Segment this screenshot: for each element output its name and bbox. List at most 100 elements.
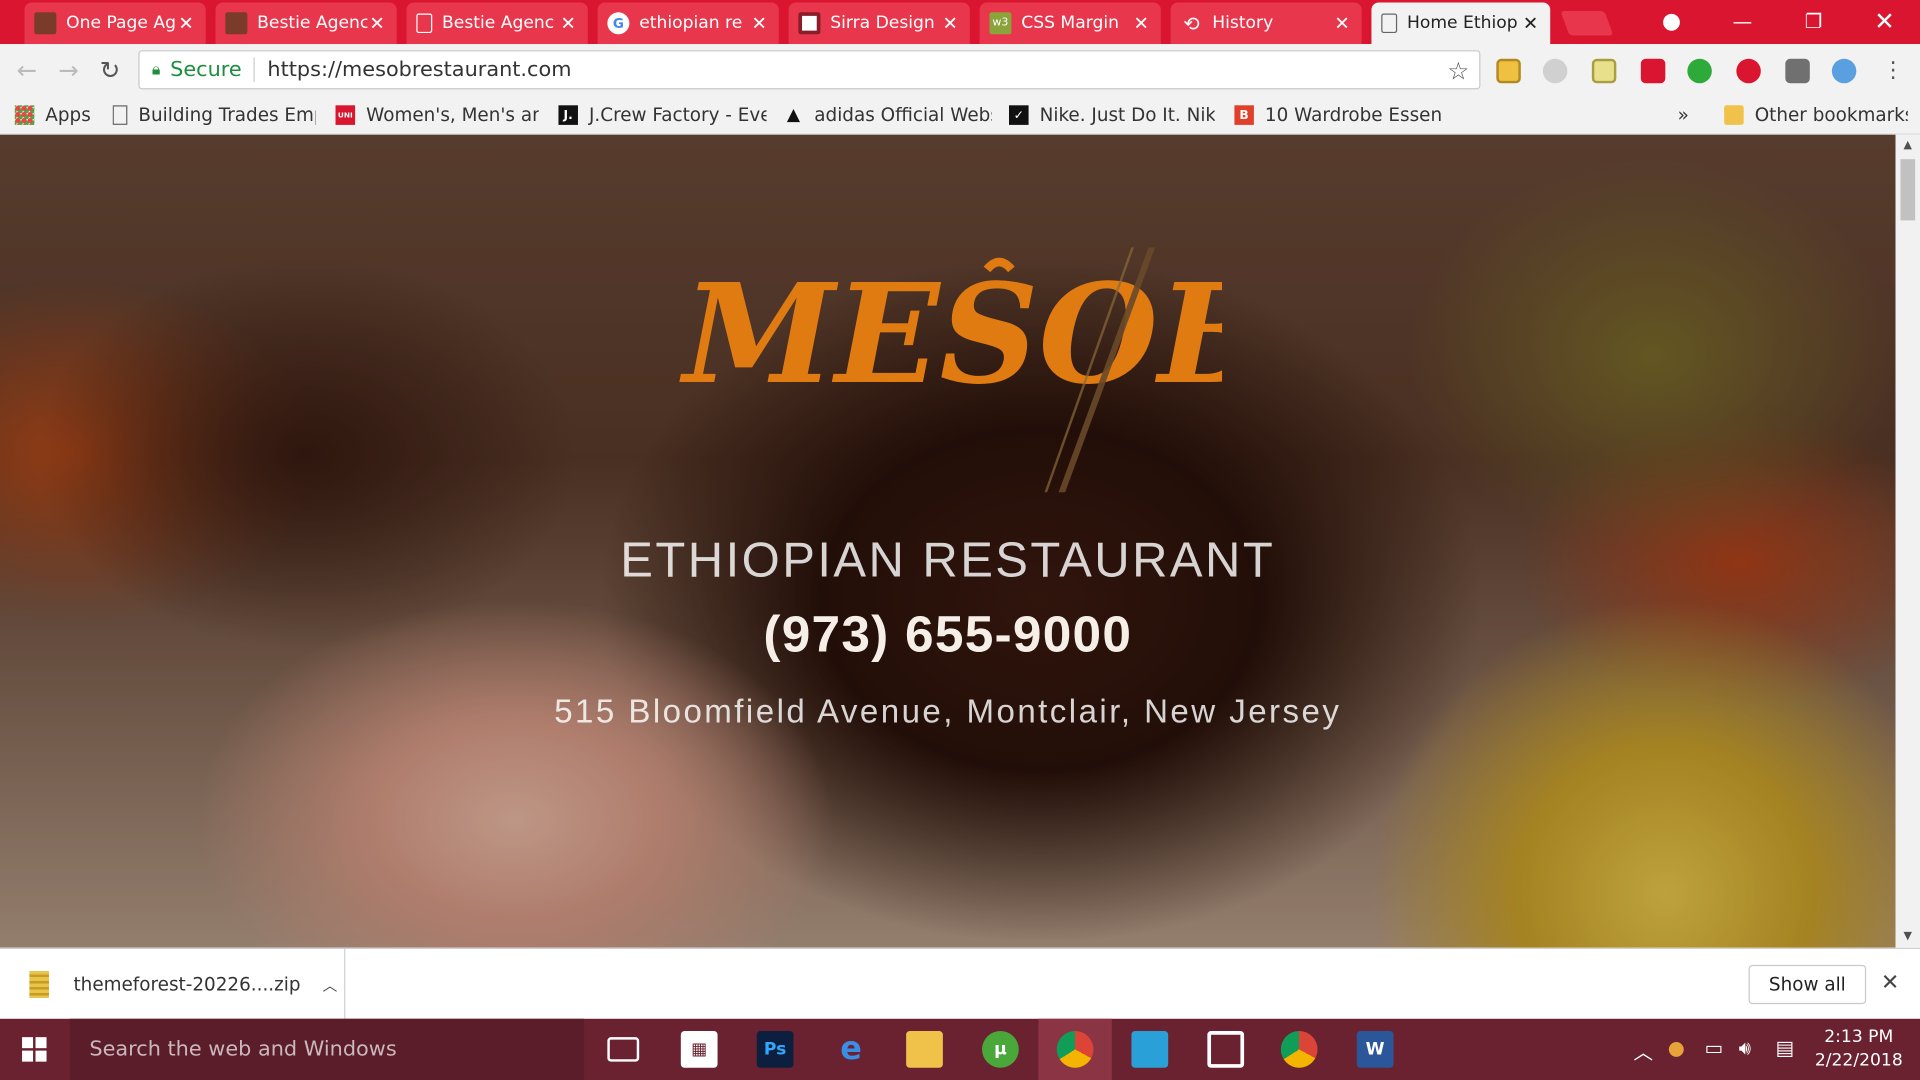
reload-button[interactable]: ↻ xyxy=(96,55,125,84)
tab-bestie-1[interactable]: Bestie Agenc ✕ xyxy=(215,2,397,45)
bookmark-building-trades[interactable]: Building Trades Empl xyxy=(112,102,316,129)
extension-sheet-icon[interactable] xyxy=(1591,58,1617,84)
download-file-name[interactable]: themeforest-20226....zip xyxy=(73,973,300,995)
tab-bestie-2[interactable]: Bestie Agenc ✕ xyxy=(406,2,588,45)
bookmarks-overflow-button[interactable]: » xyxy=(1678,102,1698,129)
chrome-icon[interactable] xyxy=(1056,1031,1094,1068)
url-text[interactable]: https://mesobrestaurant.com xyxy=(267,58,571,82)
bookmark-label: adidas Official Websit xyxy=(814,104,992,127)
tab-one-page[interactable]: One Page Ag ✕ xyxy=(24,2,206,45)
extension-notes-icon[interactable] xyxy=(1496,58,1521,84)
minimize-button[interactable]: — xyxy=(1712,0,1773,42)
windows-taskbar: Search the web and Windows ▦ Ps e µ W ︿ … xyxy=(0,1018,1920,1080)
bookmark-nike[interactable]: ✓ Nike. Just Do It. Nike xyxy=(1008,102,1215,129)
tab-title: ethiopian re xyxy=(639,13,743,34)
close-icon[interactable]: ✕ xyxy=(940,12,960,34)
brackets-icon[interactable] xyxy=(1207,1031,1245,1068)
notification-icon[interactable]: ▤ xyxy=(1776,1036,1795,1059)
tab-home-ethiopian[interactable]: Home Ethiop ✕ xyxy=(1371,2,1551,45)
menu-icon[interactable]: ⋮ xyxy=(1878,55,1907,84)
chevron-up-icon[interactable]: ︿ xyxy=(1633,1036,1653,1065)
clock-time: 2:13 PM xyxy=(1824,1027,1894,1047)
extension-opera-icon[interactable] xyxy=(1736,58,1761,84)
adidas-icon: ▲ xyxy=(786,105,801,125)
tab-sirra-design[interactable]: Sirra Design ✕ xyxy=(788,2,970,45)
page-favicon xyxy=(1381,13,1398,34)
other-bookmarks-label: Other bookmarks xyxy=(1754,104,1908,127)
forward-button[interactable]: → xyxy=(54,55,83,84)
new-tab-button[interactable] xyxy=(1560,11,1614,36)
file-explorer-icon[interactable] xyxy=(906,1031,943,1068)
utorrent-icon[interactable]: µ xyxy=(982,1031,1019,1068)
word-icon[interactable]: W xyxy=(1356,1031,1394,1068)
close-icon[interactable]: ✕ xyxy=(558,12,578,34)
close-icon[interactable]: ✕ xyxy=(1881,970,1899,996)
photoshop-icon[interactable]: Ps xyxy=(756,1031,794,1068)
extension-gray-icon[interactable] xyxy=(1542,58,1568,84)
chevron-up-icon[interactable]: ︿ xyxy=(323,974,338,995)
extension-green-icon[interactable] xyxy=(1687,58,1712,84)
clock-date: 2/22/2018 xyxy=(1814,1050,1903,1071)
close-icon[interactable]: ✕ xyxy=(1521,12,1541,34)
sirra-favicon xyxy=(798,12,821,35)
bookmark-label: Apps xyxy=(45,104,91,127)
show-all-button[interactable]: Show all xyxy=(1748,964,1867,1005)
zip-file-icon xyxy=(29,971,49,998)
store-icon[interactable]: ▦ xyxy=(680,1031,718,1068)
tab-history[interactable]: ⟲ History ✕ xyxy=(1170,2,1362,45)
uniqlo-icon: UNI xyxy=(335,105,356,125)
page-scrollbar[interactable]: ▲ ▼ xyxy=(1895,134,1920,948)
screen: One Page Ag ✕ Bestie Agenc ✕ Bestie Agen… xyxy=(0,0,1920,1080)
extension-globe-icon[interactable] xyxy=(1831,58,1857,84)
tab-title: Sirra Design xyxy=(830,13,935,34)
close-icon[interactable]: ✕ xyxy=(749,12,769,34)
download-item[interactable]: themeforest-20226....zip ︿ xyxy=(0,948,346,1021)
browser-toolbar: ← → ↻ 🔒︎ Secure https://mesobrestaurant.… xyxy=(0,44,1920,96)
scrollbar-thumb[interactable] xyxy=(1900,159,1916,221)
volume-icon[interactable]: 🔊︎ xyxy=(1739,1036,1751,1060)
tab-title: Home Ethiop xyxy=(1406,13,1518,34)
profile-icon[interactable]: ● xyxy=(1641,0,1702,42)
close-icon[interactable]: ✕ xyxy=(176,12,196,34)
photo-favicon xyxy=(34,12,57,35)
address-bar[interactable]: 🔒︎ Secure https://mesobrestaurant.com ☆ xyxy=(138,50,1481,90)
restaurant-phone[interactable]: (973) 655-9000 xyxy=(0,605,1896,664)
close-window-button[interactable]: ✕ xyxy=(1854,0,1915,42)
scroll-up-icon[interactable]: ▲ xyxy=(1896,140,1920,152)
bookmark-label: J.Crew Factory - Every xyxy=(588,104,767,127)
bookmark-jcrew[interactable]: J. J.Crew Factory - Every xyxy=(558,102,767,129)
bookmark-apps[interactable]: Apps xyxy=(14,102,101,129)
extension-youtube-icon[interactable] xyxy=(1640,58,1666,84)
google-favicon: G xyxy=(607,12,630,35)
taskbar-clock[interactable]: 2:13 PM 2/22/2018 xyxy=(1810,1026,1908,1073)
close-icon[interactable]: ✕ xyxy=(367,12,387,34)
battery-icon[interactable]: ▭ xyxy=(1705,1036,1724,1059)
b-icon: B xyxy=(1234,105,1254,125)
tray-app-icon[interactable]: ● xyxy=(1668,1036,1685,1059)
tab-ethiopian-search[interactable]: G ethiopian re ✕ xyxy=(597,2,779,45)
restore-button[interactable]: ❐ xyxy=(1783,0,1844,42)
photos-icon[interactable] xyxy=(1131,1031,1169,1068)
restaurant-subtitle: ETHIOPIAN RESTAURANT xyxy=(620,533,1276,588)
close-icon[interactable]: ✕ xyxy=(1131,12,1151,34)
edge-icon[interactable]: e xyxy=(833,1031,870,1068)
bookmark-star-icon[interactable]: ☆ xyxy=(1447,56,1469,85)
close-icon[interactable]: ✕ xyxy=(1332,12,1352,34)
windows-start-icon[interactable] xyxy=(22,1037,47,1062)
tab-title: Bestie Agenc xyxy=(442,13,555,34)
other-bookmarks[interactable]: Other bookmarks xyxy=(1724,102,1908,129)
back-button[interactable]: ← xyxy=(12,55,41,84)
bookmark-wardrobe[interactable]: B 10 Wardrobe Essentia xyxy=(1234,102,1442,129)
bookmark-adidas[interactable]: ▲ adidas Official Websit xyxy=(784,102,992,129)
task-view-icon[interactable] xyxy=(607,1037,640,1062)
taskbar-search[interactable]: Search the web and Windows xyxy=(69,1018,585,1080)
bookmark-uniqlo[interactable]: UNI Women's, Men's and xyxy=(335,102,539,129)
extension-x-icon[interactable] xyxy=(1785,58,1810,84)
separator xyxy=(253,57,256,83)
chrome-icon[interactable] xyxy=(1280,1031,1318,1068)
page-icon xyxy=(112,105,128,125)
bookmark-label: 10 Wardrobe Essentia xyxy=(1264,104,1443,127)
scroll-down-icon[interactable]: ▼ xyxy=(1896,931,1920,943)
tab-css-margin[interactable]: w3 CSS Margin ✕ xyxy=(979,2,1161,45)
tab-strip: One Page Ag ✕ Bestie Agenc ✕ Bestie Agen… xyxy=(0,0,1920,45)
